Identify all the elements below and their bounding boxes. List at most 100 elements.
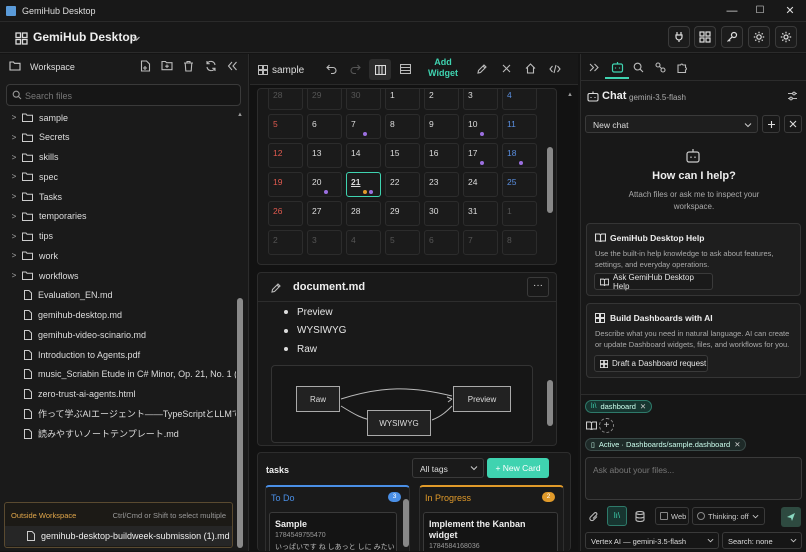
plugin-icon[interactable] <box>668 26 690 48</box>
close-chat-x-icon[interactable] <box>784 115 802 133</box>
chevron-down-icon[interactable] <box>125 27 147 49</box>
calendar-day[interactable]: 19 <box>268 172 303 197</box>
calendar-day[interactable]: 21 <box>346 172 381 197</box>
apps-grid-icon[interactable] <box>694 26 716 48</box>
outside-file-row[interactable]: gemihub-desktop-buildweek-submission (1)… <box>5 526 232 546</box>
document-scroll-thumb[interactable] <box>547 380 553 426</box>
calendar-scroll-thumb[interactable] <box>547 147 553 213</box>
todo-column-scrollbar[interactable] <box>403 495 409 551</box>
context-chip-dashboard[interactable]: lı\ dashboard ✕ <box>585 400 653 413</box>
ask-help-button[interactable]: Ask GemiHub Desktop Help <box>594 273 713 291</box>
new-card-button[interactable]: + New Card <box>487 458 549 478</box>
refresh-icon[interactable] <box>205 60 217 72</box>
close-x-icon[interactable] <box>502 64 511 73</box>
calendar-day[interactable]: 7 <box>346 114 381 139</box>
calendar-day[interactable]: 4 <box>502 89 537 110</box>
calendar-day[interactable]: 26 <box>268 201 303 226</box>
tree-folder-row[interactable]: > spec <box>0 167 236 186</box>
tree-folder-row[interactable]: > Secrets <box>0 128 236 147</box>
calendar-day[interactable]: 11 <box>502 114 537 139</box>
more-menu-icon[interactable]: ··· <box>527 277 549 297</box>
library-toggle-icon[interactable]: lı\ <box>607 506 627 526</box>
calendar-day[interactable]: 24 <box>463 172 498 197</box>
kanban-card[interactable]: Implement the Kanban widget 1784584168036 <box>423 512 558 551</box>
calendar-day[interactable]: 10 <box>463 114 498 139</box>
calendar-day[interactable]: 30 <box>424 201 459 226</box>
calendar-day[interactable]: 3 <box>307 230 342 255</box>
calendar-day[interactable]: 8 <box>502 230 537 255</box>
model-select[interactable]: Vertex AI — gemini-3.5-flash <box>585 532 719 549</box>
calendar-day[interactable]: 9 <box>424 114 459 139</box>
theme-sun-icon[interactable] <box>748 26 770 48</box>
search-mode-select[interactable]: Search: none <box>722 532 802 549</box>
tree-folder-row[interactable]: > skills <box>0 148 236 167</box>
chip-close-icon[interactable]: ✕ <box>640 402 646 411</box>
add-context-plus-icon[interactable]: + <box>599 418 614 433</box>
calendar-day[interactable]: 13 <box>307 143 342 168</box>
calendar-day[interactable]: 2 <box>268 230 303 255</box>
key-icon[interactable] <box>721 26 743 48</box>
web-search-toggle[interactable]: Web <box>655 507 689 525</box>
calendar-day[interactable]: 18 <box>502 143 537 168</box>
tree-folder-row[interactable]: > Tasks <box>0 187 236 206</box>
tree-folder-row[interactable]: > work <box>0 246 236 265</box>
search-icon[interactable] <box>633 62 644 73</box>
todo-scroll-thumb[interactable] <box>403 499 409 547</box>
collapse-panel-icon[interactable] <box>227 61 238 71</box>
file-search-input[interactable]: Search files <box>6 84 241 106</box>
active-file-chip[interactable]: ▯ Active · Dashboards/sample.dashboard ✕ <box>585 438 747 451</box>
column-layout-icon[interactable] <box>369 59 391 80</box>
calendar-day[interactable]: 28 <box>268 89 303 110</box>
calendar-day[interactable]: 1 <box>502 201 537 226</box>
kanban-card[interactable]: Sample 1784549755470 いっぱいです ね しあっと しに みたい <box>269 512 397 551</box>
calendar-day[interactable]: 5 <box>268 114 303 139</box>
calendar-day[interactable]: 6 <box>307 114 342 139</box>
edit-pencil-icon[interactable] <box>271 283 281 293</box>
add-widget-button[interactable]: Add Widget <box>421 57 465 79</box>
calendar-day[interactable]: 30 <box>346 89 381 110</box>
calendar-day[interactable]: 1 <box>385 89 420 110</box>
explorer-scroll-thumb[interactable] <box>237 298 243 548</box>
close-button[interactable]: ✕ <box>776 0 804 22</box>
calendar-day[interactable]: 14 <box>346 143 381 168</box>
plugin-puzzle-icon[interactable] <box>677 62 688 73</box>
tree-file-row[interactable]: music_Scriabin Etude in C# Minor, Op. 21… <box>0 365 236 384</box>
send-icon[interactable] <box>781 507 801 527</box>
chat-input[interactable]: Ask about your files... <box>585 457 802 500</box>
tree-folder-row[interactable]: > sample <box>0 108 236 127</box>
draft-dashboard-button[interactable]: Draft a Dashboard request <box>594 355 708 372</box>
tree-file-row[interactable]: gemihub-video-scinario.md <box>0 325 236 344</box>
tree-file-row[interactable]: Evaluation_EN.md <box>0 286 236 305</box>
calendar-day[interactable]: 29 <box>307 89 342 110</box>
calendar-day[interactable]: 7 <box>463 230 498 255</box>
calendar-day[interactable]: 23 <box>424 172 459 197</box>
expand-panel-icon[interactable] <box>589 63 599 72</box>
chat-bot-tab-icon[interactable] <box>605 57 629 79</box>
edit-pencil-icon[interactable] <box>477 64 487 74</box>
calendar-day[interactable]: 6 <box>424 230 459 255</box>
calendar-day[interactable]: 5 <box>385 230 420 255</box>
calendar-day[interactable]: 2 <box>424 89 459 110</box>
database-icon[interactable] <box>635 511 645 522</box>
chat-settings-sliders-icon[interactable] <box>787 91 798 101</box>
home-icon[interactable] <box>525 63 536 74</box>
tree-file-row[interactable]: Introduction to Agents.pdf <box>0 345 236 364</box>
code-icon[interactable] <box>549 64 561 74</box>
undo-icon[interactable] <box>326 64 337 74</box>
calendar-day[interactable]: 29 <box>385 201 420 226</box>
calendar-day[interactable]: 4 <box>346 230 381 255</box>
calendar-day[interactable]: 12 <box>268 143 303 168</box>
tree-folder-row[interactable]: > workflows <box>0 266 236 285</box>
tree-file-row[interactable]: 作って学ぶAIエージェント——TypeScriptとLLMで切り... <box>0 404 236 423</box>
tree-file-row[interactable]: 読みやすいノートテンプレート.md <box>0 424 236 443</box>
link-nodes-icon[interactable] <box>655 62 666 73</box>
calendar-day[interactable]: 8 <box>385 114 420 139</box>
chip-close-icon[interactable]: ✕ <box>734 440 740 449</box>
maximize-button[interactable]: ☐ <box>746 0 774 22</box>
tree-file-row[interactable]: zero-trust-ai-agents.html <box>0 385 236 404</box>
new-file-icon[interactable] <box>140 60 151 72</box>
calendar-scrollbar[interactable] <box>547 91 553 263</box>
tree-file-row[interactable]: gemihub-desktop.md <box>0 306 236 325</box>
new-chat-plus-icon[interactable] <box>762 115 780 133</box>
redo-icon[interactable] <box>350 64 361 74</box>
